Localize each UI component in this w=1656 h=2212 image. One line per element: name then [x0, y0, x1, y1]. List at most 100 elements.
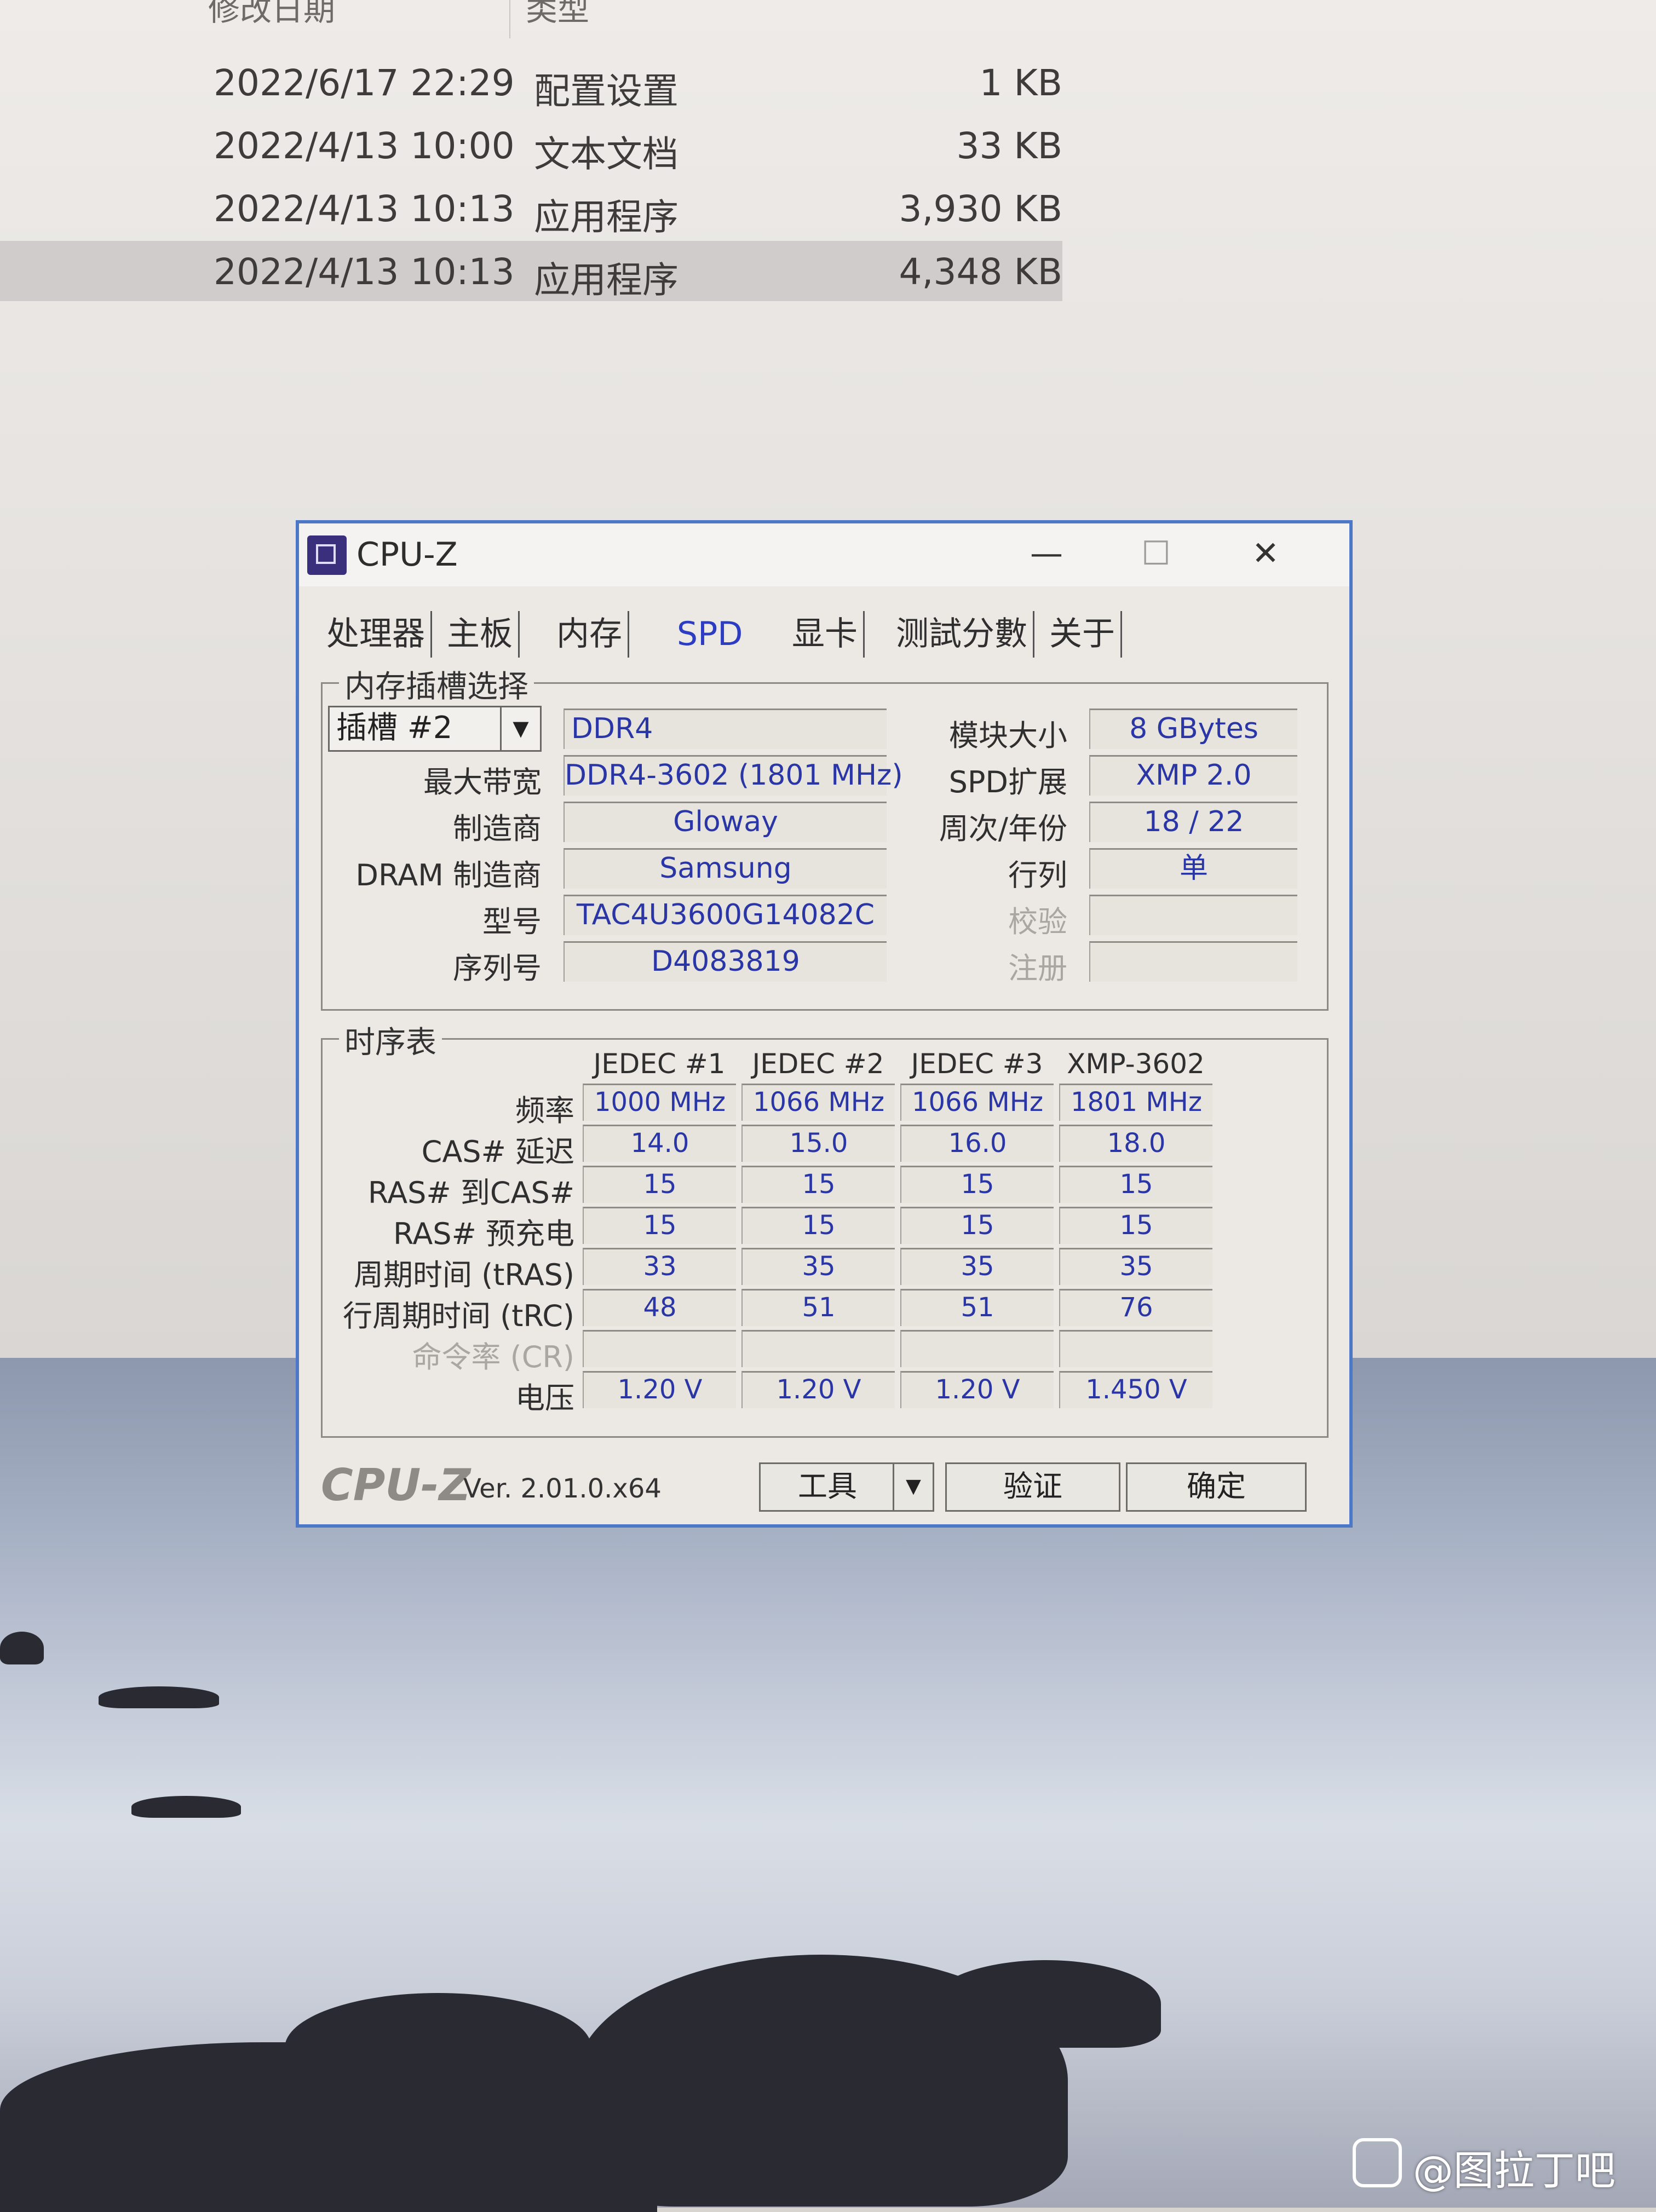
spd-ext-label: SPD扩展	[948, 765, 1067, 799]
slot-select[interactable]: 插槽 #2 ▼	[328, 706, 542, 752]
timing-column-header: JEDEC #2	[752, 1048, 884, 1080]
timing-cell	[900, 1330, 1054, 1367]
timing-cell: 51	[900, 1289, 1054, 1326]
cpuz-logo: CPU-Z	[321, 1460, 471, 1511]
max-bandwidth-field: DDR4-3602 (1801 MHz)	[564, 755, 903, 796]
ranks-field: 单	[1089, 848, 1297, 889]
module-size-label: 模块大小	[949, 718, 1067, 753]
title-bar[interactable]: CPU-Z — ☐ ✕	[299, 523, 1349, 586]
ranks-label: 行列	[1008, 858, 1067, 892]
file-type: 文本文档	[534, 133, 679, 175]
column-header-date[interactable]: 修改日期	[208, 0, 335, 30]
timing-row-label: 电压	[515, 1381, 574, 1415]
timing-cell: 33	[583, 1248, 736, 1285]
tab-bench[interactable]: 测試分數	[890, 611, 1034, 658]
file-type: 配置设置	[534, 70, 679, 112]
timing-cell: 1801 MHz	[1059, 1084, 1212, 1121]
validate-button[interactable]: 验证	[945, 1462, 1120, 1512]
timing-cell: 1.20 V	[583, 1371, 736, 1408]
correction-field	[1089, 895, 1297, 935]
file-type: 应用程序	[534, 259, 679, 301]
file-date: 2022/4/13 10:00	[214, 125, 515, 167]
timing-row-label: 命令率 (CR)	[412, 1340, 574, 1374]
version-label: Ver. 2.01.0.x64	[463, 1473, 662, 1504]
column-header-type[interactable]: 类型	[526, 0, 589, 30]
timing-cell: 18.0	[1059, 1125, 1212, 1162]
timing-cell: 15	[741, 1166, 895, 1203]
file-row[interactable]: 2022/6/17 22:29 配置设置 1 KB	[0, 52, 1062, 112]
timing-column-header: XMP-3602	[1067, 1048, 1205, 1080]
serial-number-label: 序列号	[453, 951, 542, 986]
file-row[interactable]: 2022/4/13 10:00 文本文档 33 KB	[0, 115, 1062, 175]
timing-row-label: 频率	[515, 1093, 574, 1128]
file-row[interactable]: 2022/4/13 10:13 应用程序 3,930 KB	[0, 178, 1062, 238]
timing-cell: 15	[1059, 1207, 1212, 1244]
tab-spd[interactable]: SPD	[671, 611, 748, 658]
timing-cell: 15.0	[741, 1125, 895, 1162]
slot-select-value: 插槽 #2	[336, 710, 453, 746]
tab-processor[interactable]: 处理器	[321, 611, 432, 658]
spd-ext-field: XMP 2.0	[1089, 755, 1297, 796]
close-button[interactable]: ✕	[1224, 529, 1307, 578]
panel-title: 时序表	[339, 1018, 442, 1062]
file-size: 4,348 KB	[899, 251, 1062, 293]
chevron-down-icon[interactable]: ▼	[500, 707, 540, 750]
cpuz-app-icon	[307, 535, 347, 575]
timing-cell: 51	[741, 1289, 895, 1326]
timing-cell: 35	[1059, 1248, 1212, 1285]
max-bandwidth-label: 最大带宽	[423, 765, 542, 799]
tab-bar: 处理器 主板 内存 SPD 显卡 测試分數 关于	[321, 611, 1327, 660]
timing-row-label: 周期时间 (tRAS)	[353, 1258, 574, 1292]
file-row-selected[interactable]: 2022/4/13 10:13 应用程序 4,348 KB	[0, 241, 1062, 301]
maximize-button[interactable]: ☐	[1115, 529, 1197, 578]
file-date: 2022/4/13 10:13	[214, 188, 515, 230]
file-date: 2022/4/13 10:13	[214, 251, 515, 293]
file-size: 33 KB	[956, 125, 1062, 167]
timing-cell	[583, 1330, 736, 1367]
window-title: CPU-Z	[357, 535, 458, 574]
timing-cell: 35	[741, 1248, 895, 1285]
part-number-label: 型号	[482, 905, 542, 939]
correction-label: 校验	[1008, 905, 1067, 939]
dram-manufacturer-field: Samsung	[564, 848, 887, 889]
ok-button[interactable]: 确定	[1126, 1462, 1307, 1512]
timing-cell	[741, 1330, 895, 1367]
chevron-down-icon[interactable]: ▼	[893, 1464, 933, 1510]
manufacturer-label: 制造商	[453, 811, 542, 846]
tab-graphics[interactable]: 显卡	[786, 611, 865, 658]
timing-cell: 1.20 V	[900, 1371, 1054, 1408]
tools-button[interactable]: 工具 ▼	[759, 1462, 934, 1512]
file-size: 3,930 KB	[899, 188, 1062, 230]
timing-cell: 14.0	[583, 1125, 736, 1162]
timing-cell: 35	[900, 1248, 1054, 1285]
timing-cell: 1.450 V	[1059, 1371, 1212, 1408]
timing-cell: 15	[900, 1207, 1054, 1244]
timing-cell: 15	[1059, 1166, 1212, 1203]
registered-field	[1089, 941, 1297, 982]
tab-about[interactable]: 关于	[1044, 611, 1122, 658]
tab-memory[interactable]: 内存	[551, 611, 629, 658]
timing-cell: 15	[741, 1207, 895, 1244]
file-type: 应用程序	[534, 196, 679, 238]
timing-cell: 76	[1059, 1289, 1212, 1326]
memory-type-field: DDR4	[564, 708, 887, 749]
part-number-field: TAC4U3600G14082C	[564, 895, 887, 935]
panel-title: 内存插槽选择	[339, 662, 534, 706]
timing-row-label: 行周期时间 (tRC)	[342, 1299, 574, 1333]
file-size: 1 KB	[979, 62, 1062, 104]
week-year-label: 周次/年份	[939, 811, 1067, 846]
column-divider	[509, 0, 510, 38]
module-size-field: 8 GBytes	[1089, 708, 1297, 749]
serial-number-field: D4083819	[564, 941, 887, 982]
timing-cell: 16.0	[900, 1125, 1054, 1162]
rock-shape	[131, 1796, 241, 1818]
timing-column-header: JEDEC #3	[911, 1048, 1043, 1080]
forum-logo-icon	[1353, 2138, 1402, 2187]
timing-cell: 1066 MHz	[900, 1084, 1054, 1121]
dram-manufacturer-label: DRAM 制造商	[355, 858, 542, 892]
memory-slot-panel: 内存插槽选择 插槽 #2 ▼ DDR4 最大带宽 DDR4-3602 (1801…	[321, 662, 1329, 1011]
timing-cell	[1059, 1330, 1212, 1367]
tab-mainboard[interactable]: 主板	[441, 611, 520, 658]
cpuz-window[interactable]: CPU-Z — ☐ ✕ 处理器 主板 内存 SPD 显卡 测試分數 关于 内存插…	[296, 520, 1353, 1528]
minimize-button[interactable]: —	[1005, 529, 1088, 578]
